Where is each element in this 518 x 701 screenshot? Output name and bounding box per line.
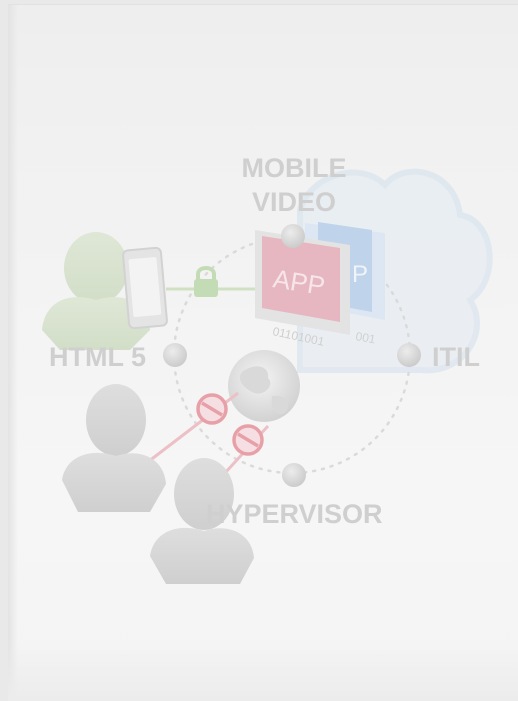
node-left: [163, 343, 187, 367]
app-tile-back-label: P: [352, 261, 368, 288]
label-mobile-video: MOBILE VIDEO: [236, 151, 352, 219]
smartphone-icon: [122, 246, 168, 330]
lock-icon: [194, 266, 218, 297]
node-bottom: [282, 463, 306, 487]
label-html5: HTML 5: [49, 342, 147, 372]
label-hypervisor: HYPERVISOR: [206, 499, 383, 529]
label-mobile: MOBILE: [241, 153, 347, 183]
globe-icon: [228, 350, 300, 422]
no-entry-icon: [232, 424, 264, 456]
node-right: [397, 343, 421, 367]
no-entry-icon: [196, 393, 228, 425]
node-top: [281, 224, 305, 248]
label-video: VIDEO: [251, 187, 337, 217]
label-itil: ITIL: [432, 342, 480, 372]
user-icon: [62, 384, 166, 512]
